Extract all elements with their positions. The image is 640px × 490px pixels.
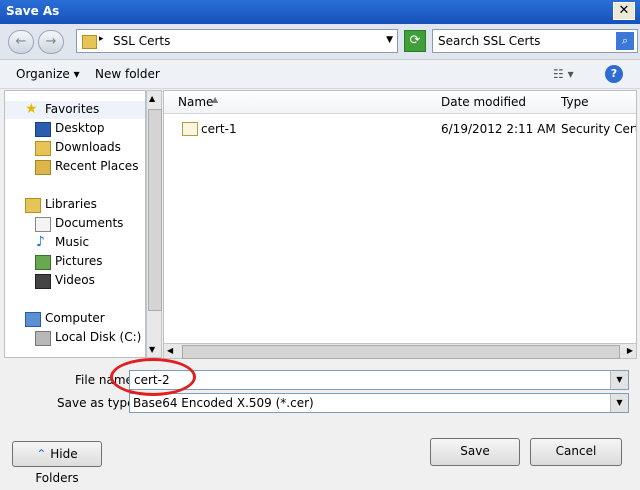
pictures-icon [35,255,51,270]
sidebar-item-music[interactable]: ♪ Music [5,234,145,252]
forward-button[interactable]: → [38,30,64,54]
save-button[interactable]: Save [430,438,520,466]
sidebar-item-label: Libraries [45,197,97,211]
cancel-button[interactable]: Cancel [530,438,622,466]
save-as-type-label: Save as type: [57,396,139,410]
sidebar-item-computer[interactable]: Computer [5,310,145,328]
save-as-type-value: Base64 Encoded X.509 (*.cer) [133,396,314,410]
navigation-pane: ★ Favorites Desktop Downloads Recent Pla… [4,90,146,358]
file-name-combobox[interactable]: ▼ [129,370,629,390]
scroll-up-icon[interactable]: ▲ [149,94,155,103]
back-button[interactable]: ← [8,30,34,54]
sidebar-item-label: Desktop [55,121,105,135]
recent-places-icon [35,160,51,175]
column-header-name[interactable]: Name ▲ [164,91,438,114]
column-label: Date modified [441,95,527,109]
sidebar-item-local-disk[interactable]: Local Disk (C:) [5,329,145,347]
libraries-icon [25,198,41,213]
close-button[interactable]: ✕ [613,2,635,20]
column-label: Type [561,95,589,109]
navigation-scrollbar[interactable]: ▲ ▼ [146,90,162,358]
certificate-icon [182,122,198,136]
address-bar[interactable]: ▸ SSL Certs ▼ [76,29,398,53]
sidebar-item-label: Computer [45,311,105,325]
column-header-type[interactable]: Type [557,91,636,114]
column-label: Name [178,95,214,109]
videos-icon [35,274,51,289]
downloads-icon [35,141,51,156]
address-row: ← → ▸ SSL Certs ▼ ⟳ Search SSL Certs ⌕ [0,24,640,60]
sidebar-item-label: Documents [55,216,124,230]
breadcrumb-chevron-icon[interactable]: ▸ [99,34,104,44]
chevron-down-icon[interactable]: ▼ [386,35,393,45]
file-list-pane: Name ▲ Date modified Type cert-1 6/19/20… [163,90,637,358]
file-list-horizontal-scrollbar[interactable]: ◀ ▶ [163,343,637,359]
sidebar-item-desktop[interactable]: Desktop [5,120,145,138]
star-icon: ★ [25,101,38,117]
views-button[interactable]: ☷ ▾ [553,67,574,81]
window-title: Save As [6,4,60,18]
sidebar-item-label: Favorites [45,102,100,116]
sidebar-item-documents[interactable]: Documents [5,215,145,233]
help-icon[interactable]: ? [605,65,623,83]
sort-ascending-icon: ▲ [212,95,219,104]
hide-folders-button[interactable]: ⌃ Hide Folders [12,441,102,485]
scroll-left-icon[interactable]: ◀ [167,346,173,355]
computer-icon [25,312,41,327]
refresh-button[interactable]: ⟳ [404,30,426,52]
sidebar-item-libraries[interactable]: Libraries [5,196,145,214]
sidebar-item-label: Downloads [55,140,121,154]
refresh-icon: ⟳ [409,33,421,48]
sidebar-item-videos[interactable]: Videos [5,272,145,290]
search-placeholder: Search SSL Certs [438,34,541,48]
table-row[interactable]: cert-1 6/19/2012 2:11 AM Security Certif… [164,119,636,139]
scrollbar-thumb[interactable] [182,345,620,359]
sidebar-item-label: Recent Places [55,159,139,173]
folder-icon [82,35,97,49]
sidebar-item-downloads[interactable]: Downloads [5,139,145,157]
disk-icon [35,331,51,346]
collapse-icon: ⌃ [36,447,47,461]
file-name-input[interactable] [130,371,616,389]
organize-button[interactable]: Organize ▾ [16,67,80,81]
highlight-circle-annotation [110,358,196,396]
file-type: Security Certificate [561,122,636,136]
sidebar-item-label: Local Disk (C:) [55,330,142,344]
file-name: cert-1 [201,122,237,136]
sidebar-item-recent-places[interactable]: Recent Places [5,158,145,176]
desktop-icon [35,122,51,137]
scroll-right-icon[interactable]: ▶ [627,346,633,355]
chevron-down-icon[interactable]: ▼ [610,394,628,412]
documents-icon [35,217,51,232]
sidebar-item-favorites[interactable]: ★ Favorites [5,101,145,119]
file-date: 6/19/2012 2:11 AM [441,122,556,136]
scrollbar-thumb[interactable] [148,109,162,311]
chevron-down-icon[interactable]: ▼ [610,371,628,389]
music-icon: ♪ [36,234,45,250]
title-bar: Save As ✕ [0,0,640,24]
search-icon[interactable]: ⌕ [616,32,634,50]
column-header-date-modified[interactable]: Date modified [437,91,558,114]
search-input[interactable]: Search SSL Certs ⌕ [432,29,638,53]
sidebar-item-label: Pictures [55,254,103,268]
sidebar-item-label: Music [55,235,90,249]
sidebar-item-pictures[interactable]: Pictures [5,253,145,271]
scroll-down-icon[interactable]: ▼ [149,345,155,354]
sidebar-item-label: Videos [55,273,95,287]
save-as-type-select[interactable]: Base64 Encoded X.509 (*.cer) ▼ [129,393,629,413]
new-folder-button[interactable]: New folder [95,67,160,81]
command-toolbar: Organize ▾ New folder ☷ ▾ ? [0,61,640,89]
breadcrumb-current[interactable]: SSL Certs [113,34,170,48]
